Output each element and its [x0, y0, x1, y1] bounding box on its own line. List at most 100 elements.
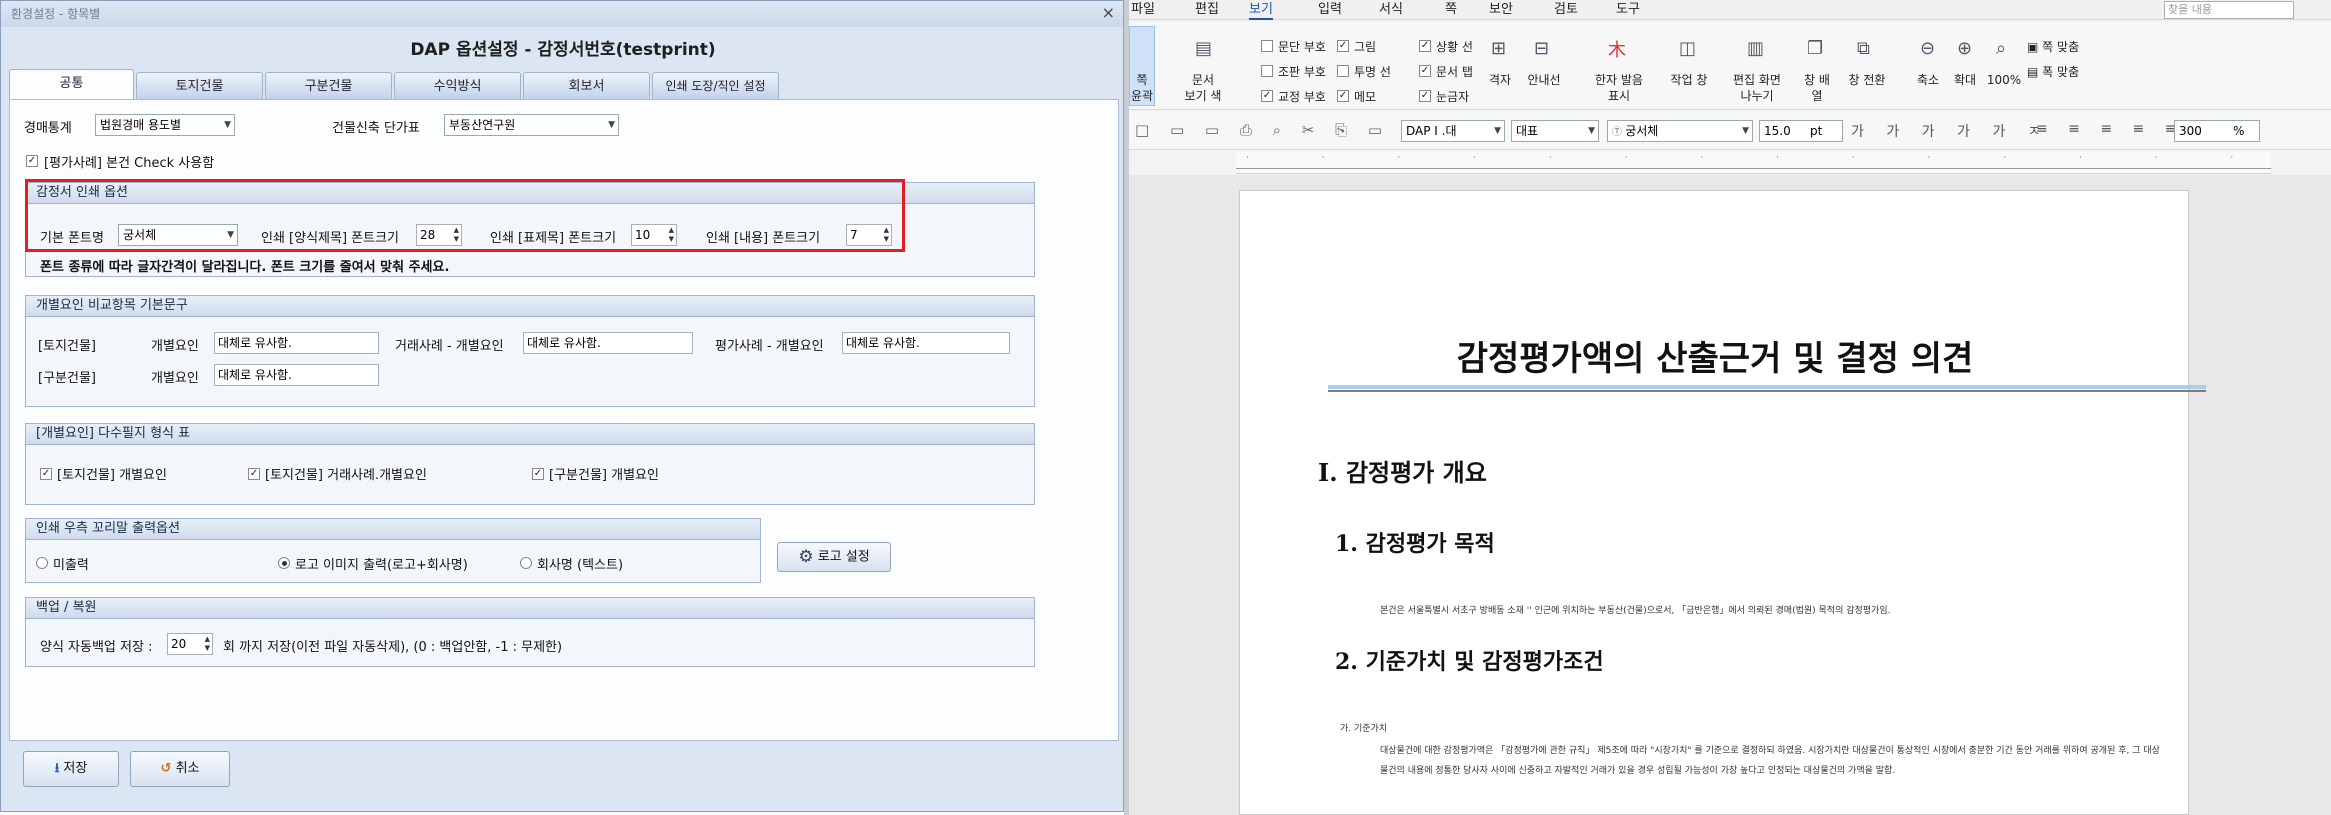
- guide-button[interactable]: 안내선: [1521, 72, 1567, 88]
- guide-icon: ⊟: [1534, 38, 1550, 59]
- menu-view[interactable]: 보기: [1249, 0, 1273, 20]
- menu-insert[interactable]: 입력: [1318, 0, 1342, 20]
- dialog-header: DAP 옵션설정 - 감정서번호(testprint): [410, 40, 716, 60]
- outline-label: 윤곽: [1130, 89, 1154, 103]
- group-title: 인쇄 우측 꼬리말 출력옵션: [26, 519, 760, 540]
- chevron-down-icon: ▼: [1588, 126, 1595, 136]
- divided-building-label: [구분건물]: [38, 371, 96, 386]
- font-select[interactable]: Ⓣ 궁서체 ▼: [1607, 120, 1753, 142]
- para-mark-checkbox[interactable]: [1261, 40, 1273, 52]
- font-icon: Ⓣ: [1612, 127, 1626, 138]
- doc-view-button[interactable]: 문서: [1173, 72, 1233, 88]
- building-cost-select[interactable]: 부동산연구원 ▼: [444, 114, 619, 136]
- trade-factor-label: 거래사례 - 개별요인: [395, 339, 504, 354]
- document-page[interactable]: 감정평가액의 산출근거 및 결정 의견 I. 감정평가 개요 1. 감정평가 목…: [1239, 190, 2206, 815]
- style2-select[interactable]: 대표 ▼: [1511, 120, 1599, 142]
- multi-item-checkbox[interactable]: ✓: [40, 468, 52, 480]
- paragraph-basis: 대상물건에 대한 감정평가액은 「감정평가에 관한 규칙」 제5조에 따라 "시…: [1380, 746, 2160, 776]
- menu-file[interactable]: 파일: [1131, 0, 1155, 20]
- tab-income-method[interactable]: 수익방식: [394, 72, 521, 99]
- chevron-down-icon: ▼: [1494, 126, 1501, 136]
- doc-view-color[interactable]: 보기 색: [1173, 88, 1233, 104]
- line-spacing-select[interactable]: 300 %: [2174, 120, 2260, 142]
- menu-tools[interactable]: 도구: [1616, 0, 1640, 20]
- valuation-check-checkbox[interactable]: ✓: [26, 155, 38, 167]
- factor-group: 개별요인 비교항목 기본문구 [토지건물] 개별요인 대체로 유사함. 거래사례…: [25, 295, 1035, 407]
- zoom-100-button[interactable]: 100%: [1986, 72, 2022, 88]
- chevron-down-icon: ▼: [224, 120, 231, 130]
- doc-tab-checkbox[interactable]: ✓: [1419, 65, 1431, 77]
- font-size-select[interactable]: 15.0 pt: [1759, 120, 1843, 142]
- menu-edit[interactable]: 편집: [1195, 0, 1219, 20]
- search-input[interactable]: 찾을 내용: [2164, 1, 2294, 19]
- multi-item-checkbox[interactable]: ✓: [532, 468, 544, 480]
- small-heading: 가. 기준가치: [1340, 724, 1388, 734]
- tab-divided-building[interactable]: 구분건물: [265, 72, 392, 99]
- hanja-icon: 木: [1608, 40, 1626, 61]
- memo-checkbox[interactable]: ✓: [1337, 90, 1349, 102]
- style-select[interactable]: DAP I .대 ▼: [1401, 120, 1505, 142]
- trade-factor-input[interactable]: 대체로 유사함.: [523, 332, 693, 354]
- save-button[interactable]: ⭳ 저장: [23, 751, 119, 787]
- zoom-in-icon: ⊕: [1957, 38, 1973, 59]
- proof-mark-checkbox[interactable]: ✓: [1261, 90, 1273, 102]
- building-cost-label: 건물신축 단가표: [332, 121, 420, 136]
- task-pane-button[interactable]: 작업 창: [1669, 72, 1709, 88]
- group-title: 개별요인 비교항목 기본문구: [26, 296, 1034, 317]
- title-underline: [1328, 385, 2206, 389]
- download-icon: ⭳: [54, 761, 60, 776]
- document-icon: ▤: [1195, 38, 1213, 59]
- menu-page[interactable]: 쪽: [1445, 0, 1457, 20]
- auction-stats-select[interactable]: 법원경매 용도별 ▼: [95, 114, 235, 136]
- backup-count-spinner[interactable]: 20 ▲ ▼: [167, 633, 213, 655]
- footer-option-none-radio[interactable]: [36, 557, 48, 569]
- heading-1: I. 감정평가 개요: [1318, 458, 1487, 487]
- tab-common[interactable]: 공통: [9, 69, 134, 100]
- backup-group: 백업 / 복원 양식 자동백업 저장 : 20 ▲ ▼ 회 까지 저장(이전 파일 …: [25, 597, 1035, 667]
- tab-land-building[interactable]: 토지건물: [136, 72, 263, 99]
- footer-option-company-radio[interactable]: [520, 557, 532, 569]
- fit-page-button[interactable]: ▣ 쪽 맞춤: [2027, 38, 2079, 55]
- checkbox-label: 조판 부호: [1278, 65, 1326, 79]
- menu-format[interactable]: 서식: [1379, 0, 1403, 20]
- window-switch-icon: ⧉: [1857, 38, 1870, 59]
- eval-factor-input[interactable]: 대체로 유사함.: [842, 332, 1010, 354]
- logo-settings-button[interactable]: ⚙ 로고 설정: [777, 542, 891, 572]
- footer-option-label: 로고 이미지 출력(로고+회사명): [295, 558, 468, 573]
- tab-print-seal[interactable]: 인쇄 도장/직인 설정: [652, 72, 779, 99]
- transparent-line-checkbox[interactable]: [1337, 65, 1349, 77]
- ruler-ticks: · · · · · · · · · · · · · ·: [1246, 153, 2234, 163]
- menu-security[interactable]: 보안: [1489, 0, 1513, 20]
- checkbox-label: 문서 탭: [1436, 65, 1473, 79]
- cancel-button[interactable]: ↺ 취소: [130, 751, 230, 787]
- menu-review[interactable]: 검토: [1554, 0, 1578, 20]
- hanja-button[interactable]: 한자 발음 표시: [1588, 72, 1650, 104]
- picture-checkbox[interactable]: ✓: [1337, 40, 1349, 52]
- multi-item-label: [토지건물] 거래사례.개별요인: [265, 468, 427, 483]
- checkbox-label: 교정 부호: [1278, 90, 1326, 104]
- divided-factor-input[interactable]: 대체로 유사함.: [214, 364, 379, 386]
- zoom-in-button[interactable]: 확대: [1949, 72, 1981, 88]
- fit-page-icon: ▣: [2027, 40, 2039, 54]
- fit-width-button[interactable]: ▤ 폭 맞춤: [2027, 63, 2079, 80]
- text-style-icons[interactable]: 가 가 가 가 가 ㅈ: [1851, 121, 2050, 141]
- fit-width-icon: ▤: [2027, 65, 2039, 79]
- close-icon[interactable]: ×: [1102, 3, 1115, 22]
- window-arrange-button[interactable]: 창 배열: [1799, 72, 1835, 104]
- options-dialog: 환경설정 - 항목별 × DAP 옵션설정 - 감정서번호(testprint)…: [0, 0, 1124, 812]
- status-line-checkbox[interactable]: ✓: [1419, 40, 1431, 52]
- zoom-out-button[interactable]: 축소: [1912, 72, 1944, 88]
- chevron-down-icon: ▼: [608, 120, 615, 130]
- dialog-titlebar: 환경설정 - 항목별: [1, 1, 1123, 27]
- split-view-button[interactable]: 편집 화면 나누기: [1729, 72, 1785, 104]
- window-switch-button[interactable]: 창 전환: [1845, 72, 1889, 88]
- multi-item-checkbox[interactable]: ✓: [248, 468, 260, 480]
- editor-window: 파일 편집 보기 입력 서식 쪽 보안 검토 도구 찾을 내용 쪽 윤곽 ▤ 문…: [1129, 0, 2331, 815]
- footer-option-logo-radio[interactable]: [278, 557, 290, 569]
- ruler-checkbox[interactable]: ✓: [1419, 90, 1431, 102]
- grid-button[interactable]: 격자: [1481, 72, 1519, 88]
- individual-factor-input[interactable]: 대체로 유사함.: [214, 332, 379, 354]
- eval-factor-label: 평가사례 - 개별요인: [715, 339, 824, 354]
- tab-report[interactable]: 회보서: [523, 72, 650, 99]
- ctrl-mark-checkbox[interactable]: [1261, 65, 1273, 77]
